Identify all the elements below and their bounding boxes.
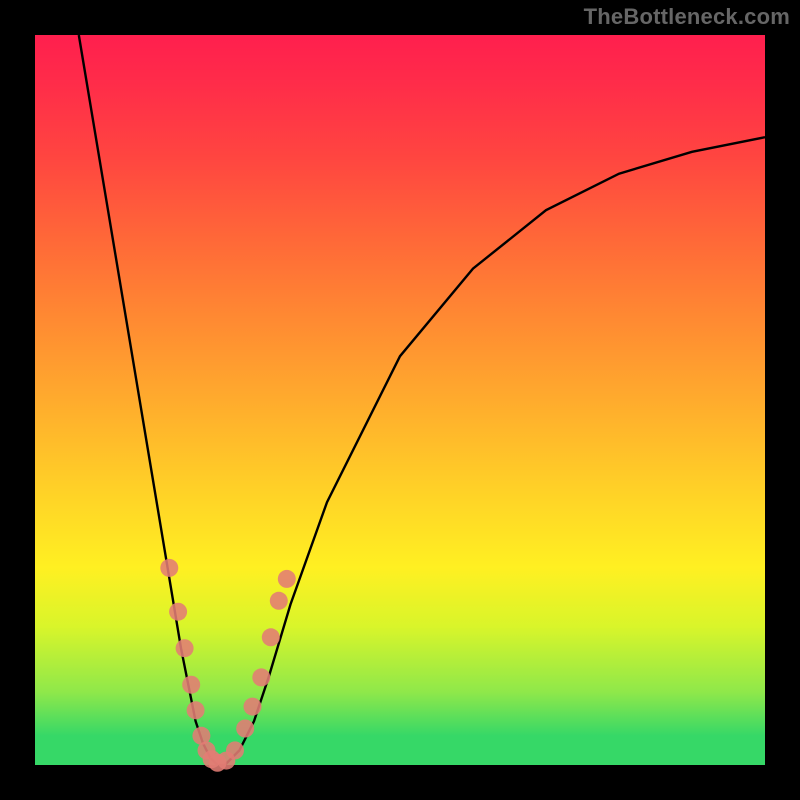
sample-markers-group — [160, 559, 295, 772]
plot-area — [35, 35, 765, 765]
watermark-text: TheBottleneck.com — [584, 4, 790, 30]
sample-marker — [244, 698, 262, 716]
sample-marker — [187, 701, 205, 719]
curve-svg — [35, 35, 765, 765]
sample-marker — [262, 628, 280, 646]
chart-frame: TheBottleneck.com — [0, 0, 800, 800]
sample-marker — [270, 592, 288, 610]
sample-marker — [169, 603, 187, 621]
sample-marker — [176, 639, 194, 657]
sample-marker — [252, 668, 270, 686]
sample-marker — [236, 720, 254, 738]
sample-marker — [182, 676, 200, 694]
sample-marker — [160, 559, 178, 577]
sample-marker — [226, 741, 244, 759]
sample-marker — [278, 570, 296, 588]
